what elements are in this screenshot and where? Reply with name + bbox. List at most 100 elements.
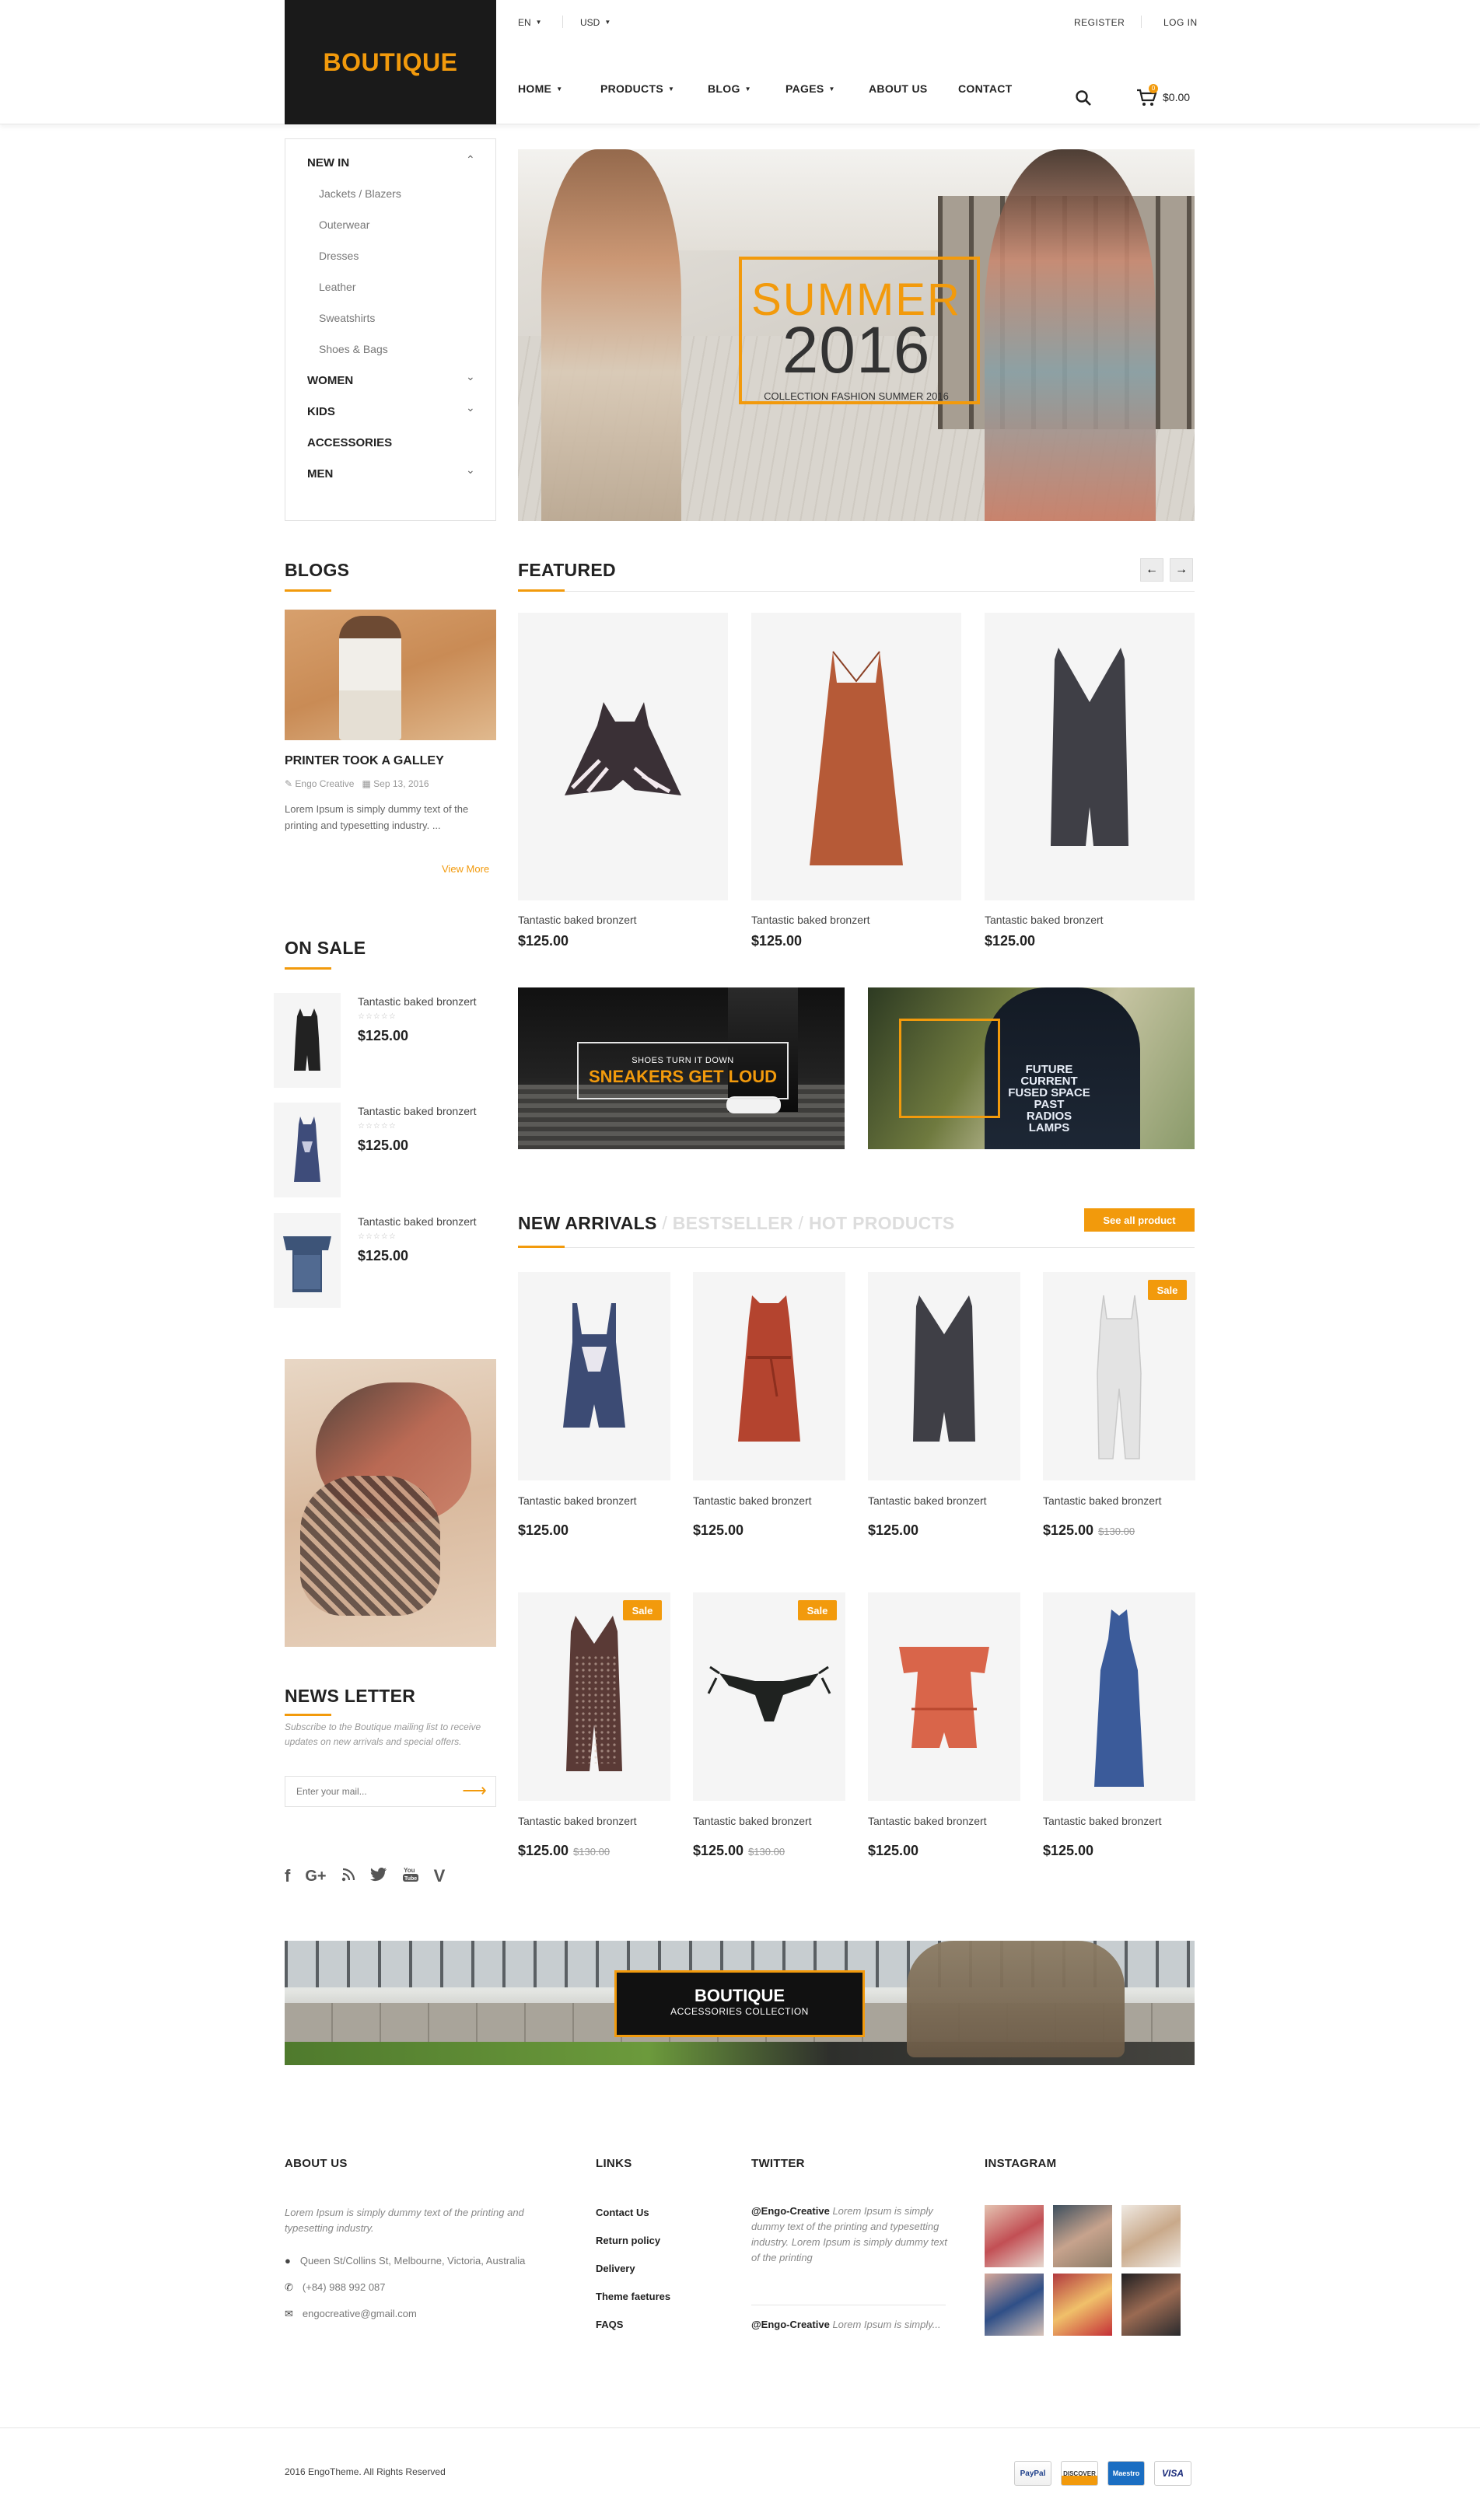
arrival-product-image[interactable]: Sale — [518, 1592, 670, 1801]
arrival-product-price: $125.00 — [868, 1843, 918, 1859]
arrival-product-image[interactable] — [518, 1272, 670, 1480]
arrival-product-name[interactable]: Tantastic baked bronzert — [868, 1494, 987, 1507]
category-accessories[interactable]: ACCESSORIES — [307, 436, 392, 449]
arrival-product-name[interactable]: Tantastic baked bronzert — [518, 1815, 637, 1827]
email-text[interactable]: engocreative@gmail.com — [303, 2308, 417, 2319]
on-sale-thumb[interactable] — [274, 1213, 341, 1308]
on-sale-thumb[interactable] — [274, 1103, 341, 1197]
phone-text: (+84) 988 992 087 — [302, 2281, 386, 2293]
arrival-product-name[interactable]: Tantastic baked bronzert — [518, 1494, 637, 1507]
nav-blog[interactable]: BLOG ▼ — [708, 82, 751, 95]
see-all-products-button[interactable]: See all product — [1084, 1208, 1195, 1232]
site-header: BOUTIQUE EN ▼ USD ▼ REGISTER LOG IN HOME ▼ … — [0, 0, 1480, 124]
blog-post-title[interactable]: PRINTER TOOK A GALLEY — [285, 754, 444, 768]
subcategory-item[interactable]: Sweatshirts — [319, 312, 375, 324]
instagram-photo[interactable] — [985, 2274, 1044, 2336]
footer-link[interactable]: Theme faetures — [596, 2291, 670, 2302]
arrival-product-image[interactable]: Sale — [693, 1592, 845, 1801]
blog-image[interactable] — [285, 610, 496, 740]
category-men[interactable]: MEN — [307, 467, 333, 481]
category-kids[interactable]: KIDS — [307, 405, 335, 418]
subcategory-item[interactable]: Leather — [319, 281, 355, 293]
on-sale-name[interactable]: Tantastic baked bronzert — [358, 1105, 477, 1117]
nav-pages[interactable]: PAGES ▼ — [785, 82, 835, 95]
view-more-link[interactable]: View More — [442, 863, 489, 875]
arrival-product-image[interactable]: Sale — [1043, 1272, 1195, 1480]
subcategory-item[interactable]: Dresses — [319, 250, 359, 262]
language-select[interactable]: EN ▼ — [518, 17, 542, 28]
arrival-product-image[interactable] — [868, 1592, 1020, 1801]
sneakers-banner[interactable]: SHOES TURN IT DOWN SNEAKERS GET LOUD — [518, 987, 845, 1149]
arrival-product-name[interactable]: Tantastic baked bronzert — [693, 1494, 812, 1507]
accessories-banner[interactable]: BOUTIQUE ACCESSORIES COLLECTION — [285, 1941, 1195, 2065]
chevron-down-icon[interactable]: ⌄ — [466, 401, 475, 414]
newsletter-email-input[interactable] — [285, 1777, 457, 1806]
featured-product-name[interactable]: Tantastic baked bronzert — [751, 914, 870, 926]
tweet-handle[interactable]: @Engo-Creative — [751, 2319, 830, 2330]
arrival-product-name[interactable]: Tantastic baked bronzert — [693, 1815, 812, 1827]
login-link[interactable]: LOG IN — [1163, 17, 1198, 28]
arrival-product-image[interactable] — [1043, 1592, 1195, 1801]
nav-about-us[interactable]: ABOUT US — [869, 82, 928, 95]
twitter-icon[interactable] — [369, 1867, 387, 1886]
featured-product-name[interactable]: Tantastic baked bronzert — [985, 914, 1104, 926]
tweet-handle[interactable]: @Engo-Creative — [751, 2205, 830, 2217]
jacket-banner[interactable]: FUTURE CURRENT FUSED SPACE PAST RADIOS L… — [868, 987, 1195, 1149]
on-sale-name[interactable]: Tantastic baked bronzert — [358, 995, 477, 1008]
category-women[interactable]: WOMEN — [307, 374, 353, 387]
facebook-icon[interactable]: f — [285, 1866, 290, 1886]
tab-new-arrivals[interactable]: NEW ARRIVALS — [518, 1213, 657, 1233]
arrival-product-name[interactable]: Tantastic baked bronzert — [1043, 1494, 1162, 1507]
category-new-in[interactable]: NEW IN — [307, 156, 349, 170]
arrival-product-name[interactable]: Tantastic baked bronzert — [868, 1815, 987, 1827]
footer-link[interactable]: Delivery — [596, 2263, 635, 2274]
tab-bestseller[interactable]: BESTSELLER — [673, 1213, 793, 1233]
featured-product-image[interactable] — [985, 613, 1195, 900]
nav-contact[interactable]: CONTACT — [958, 82, 1013, 95]
section-rule — [518, 1247, 1195, 1248]
chevron-down-icon: ▼ — [604, 19, 611, 26]
instagram-photo[interactable] — [985, 2205, 1044, 2267]
cart-icon[interactable]: 0 — [1135, 84, 1159, 109]
instagram-photo[interactable] — [1053, 2205, 1112, 2267]
rss-icon[interactable] — [341, 1868, 355, 1886]
featured-next-button[interactable]: → — [1170, 558, 1193, 582]
hero-banner[interactable]: SUMMER 2016 COLLECTION FASHION SUMMER 20… — [518, 149, 1195, 521]
chevron-up-icon[interactable]: ⌃ — [466, 153, 475, 166]
footer-link[interactable]: FAQS — [596, 2319, 623, 2330]
instagram-photo[interactable] — [1053, 2274, 1112, 2336]
on-sale-thumb[interactable] — [274, 993, 341, 1088]
arrival-product-image[interactable] — [693, 1272, 845, 1480]
footer-link[interactable]: Contact Us — [596, 2207, 649, 2218]
google-plus-icon[interactable]: G+ — [305, 1868, 326, 1886]
arrival-product-image[interactable] — [868, 1272, 1020, 1480]
sidebar-promo-image[interactable] — [285, 1359, 496, 1647]
subcategory-item[interactable]: Outerwear — [319, 218, 369, 231]
logo[interactable]: BOUTIQUE — [285, 0, 496, 124]
vine-icon[interactable]: V — [434, 1866, 446, 1886]
chevron-down-icon[interactable]: ⌄ — [466, 463, 475, 477]
on-sale-name[interactable]: Tantastic baked bronzert — [358, 1215, 477, 1228]
featured-prev-button[interactable]: ← — [1140, 558, 1163, 582]
instagram-photo[interactable] — [1121, 2205, 1181, 2267]
nav-home[interactable]: HOME ▼ — [518, 82, 562, 95]
footer-link[interactable]: Return policy — [596, 2235, 660, 2246]
tab-hot-products[interactable]: HOT PRODUCTS — [809, 1213, 955, 1233]
currency-select[interactable]: USD ▼ — [580, 17, 611, 28]
register-link[interactable]: REGISTER — [1074, 17, 1125, 28]
arrow-right-icon[interactable]: ⟶ — [461, 1781, 488, 1802]
nav-products[interactable]: PRODUCTS ▼ — [600, 82, 674, 95]
featured-product-name[interactable]: Tantastic baked bronzert — [518, 914, 637, 926]
subcategory-item[interactable]: Shoes & Bags — [319, 343, 388, 355]
featured-product-image[interactable] — [751, 613, 961, 900]
youtube-icon[interactable]: You Tube — [402, 1866, 419, 1887]
subcategory-item[interactable]: Jackets / Blazers — [319, 187, 401, 200]
chevron-down-icon[interactable]: ⌄ — [466, 370, 475, 383]
arrival-product-name[interactable]: Tantastic baked bronzert — [1043, 1815, 1162, 1827]
instagram-photo[interactable] — [1121, 2274, 1181, 2336]
search-icon[interactable] — [1074, 89, 1093, 107]
blog-date: Sep 13, 2016 — [373, 778, 429, 789]
featured-product-image[interactable] — [518, 613, 728, 900]
cart-total[interactable]: $0.00 — [1163, 91, 1190, 103]
chevron-down-icon: ▼ — [535, 19, 542, 26]
